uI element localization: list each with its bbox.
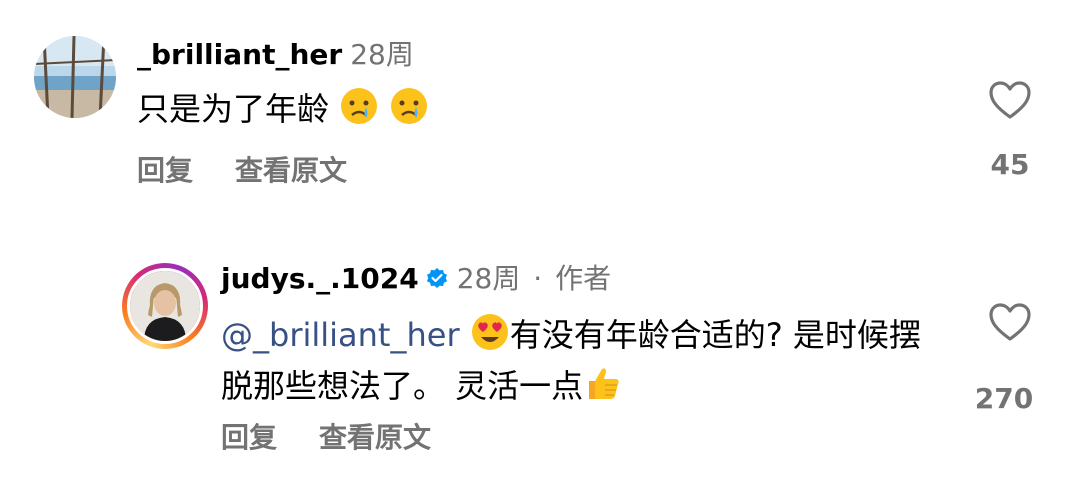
reply-button[interactable]: 回复 — [221, 421, 277, 454]
username[interactable]: _brilliant_her — [137, 38, 342, 71]
see-translation-button[interactable]: 查看原文 — [319, 421, 431, 454]
comment-body: 只是为了年龄 — [137, 90, 330, 128]
thumbs-up-emoji — [583, 363, 623, 414]
comment-header: judys._.1024 28周 · 作者 — [221, 262, 611, 299]
username[interactable]: judys._.1024 — [221, 262, 419, 295]
like-control: 270 — [975, 302, 1035, 415]
timestamp: 28周 — [350, 38, 414, 71]
author-label: 作者 — [555, 262, 612, 295]
like-count: 270 — [974, 382, 1034, 415]
reply-button[interactable]: 回复 — [137, 154, 193, 187]
comment-text: @_brilliant_her 有没有年龄合适的? 是时候摆脱那些想法了。 灵活… — [221, 312, 921, 414]
story-ring[interactable] — [122, 263, 208, 349]
avatar[interactable] — [34, 36, 116, 118]
heart-outline-icon[interactable] — [988, 81, 1032, 124]
avatar[interactable] — [127, 268, 203, 344]
reply-comment: judys._.1024 28周 · 作者 @_brilliant_her 有没有… — [0, 240, 1080, 479]
comment: _brilliant_her 28周 只是为了年龄 回复 查看原文 45 — [0, 0, 1080, 230]
separator: · — [533, 262, 543, 295]
heart-eyes-emoji — [470, 312, 510, 363]
heart-outline-icon[interactable] — [988, 303, 1032, 346]
see-translation-button[interactable]: 查看原文 — [235, 154, 347, 187]
comment-actions: 回复 查看原文 — [137, 149, 389, 189]
like-count: 45 — [990, 148, 1030, 181]
comment-text: 只是为了年龄 — [137, 86, 429, 137]
crying-face-emoji — [339, 86, 379, 137]
comment-actions: 回复 查看原文 — [221, 416, 473, 456]
like-control: 45 — [985, 80, 1035, 181]
timestamp: 28周 — [456, 262, 521, 295]
comment-header: _brilliant_her 28周 — [137, 38, 414, 72]
crying-face-emoji — [389, 86, 429, 137]
verified-badge-icon — [425, 265, 449, 299]
mention-link[interactable]: @_brilliant_her — [221, 316, 460, 354]
